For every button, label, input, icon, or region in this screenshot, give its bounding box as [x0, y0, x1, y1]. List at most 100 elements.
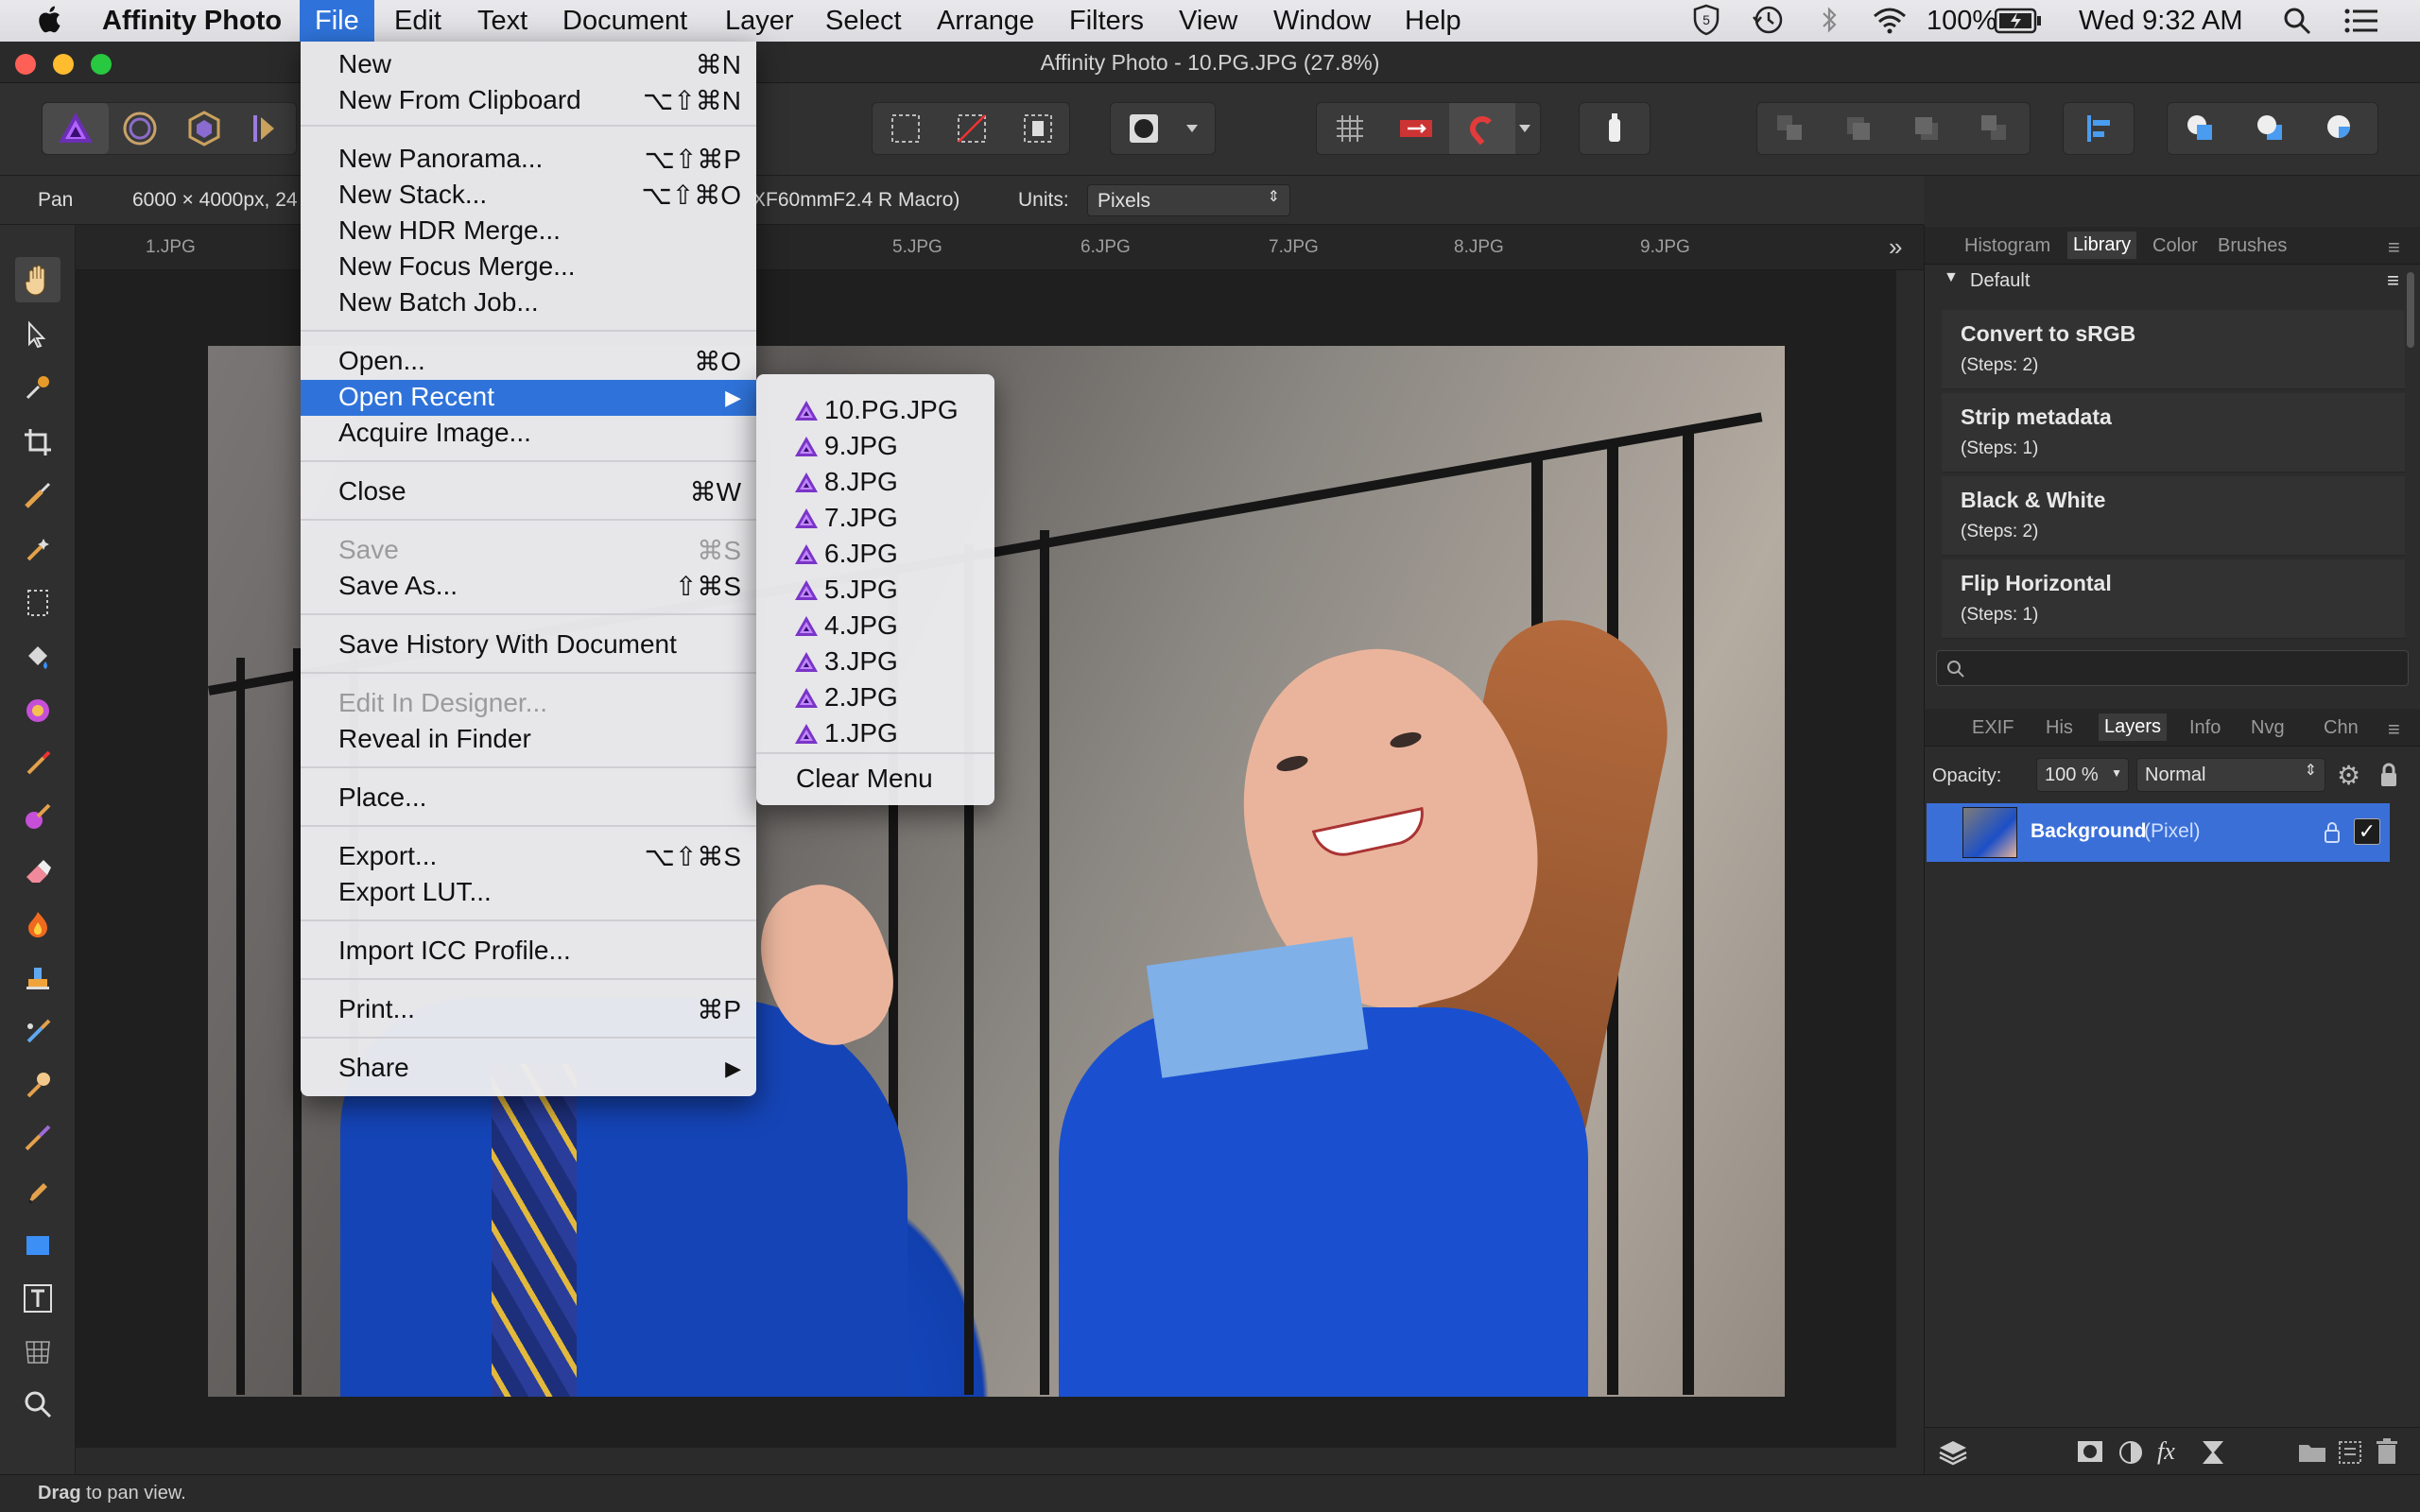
tab-5-jpg[interactable]: 5.JPG	[892, 237, 942, 258]
library-scrollbar[interactable]	[2407, 272, 2414, 348]
menu-item-clear-menu[interactable]: Clear Menu	[756, 762, 994, 798]
move-back-one-icon[interactable]	[1825, 103, 1892, 154]
menu-view[interactable]: View	[1179, 6, 1237, 37]
bluetooth-icon[interactable]	[1820, 6, 1839, 42]
liquify-persona-icon[interactable]	[107, 103, 173, 154]
recent-file-item[interactable]: 8.JPG	[756, 465, 994, 501]
quick-mask-dropdown-icon[interactable]	[1173, 103, 1211, 154]
recent-file-item[interactable]: 5.JPG	[756, 573, 994, 609]
blend-mode-select[interactable]: Normal ⇕	[2136, 758, 2325, 792]
opacity-field[interactable]: 100 % ▼	[2036, 758, 2129, 792]
pen-tool-icon[interactable]	[15, 1170, 60, 1215]
recent-file-item[interactable]: 2.JPG	[756, 680, 994, 716]
tab-history[interactable]: His	[2046, 717, 2073, 739]
folder-icon[interactable]	[2297, 1439, 2327, 1464]
menu-item-new-hdr-merge[interactable]: New HDR Merge...	[301, 214, 756, 249]
new-pixel-layer-icon[interactable]	[2337, 1437, 2363, 1466]
invert-selection-icon[interactable]	[1005, 103, 1071, 154]
menu-item-acquire-image[interactable]: Acquire Image...	[301, 416, 756, 452]
menu-file[interactable]: File	[300, 0, 374, 42]
more-tabs-chevron-icon[interactable]: »	[1889, 232, 1902, 262]
tab-6-jpg[interactable]: 6.JPG	[1080, 237, 1131, 258]
quick-mask-icon[interactable]	[1111, 103, 1177, 154]
mask-layer-icon[interactable]	[2076, 1439, 2104, 1464]
marquee-tool-icon[interactable]	[15, 580, 60, 626]
develop-persona-icon[interactable]	[171, 103, 237, 154]
force-pixel-alignment-icon[interactable]	[1383, 103, 1449, 154]
snapping-magnet-icon[interactable]	[1449, 103, 1515, 154]
dodge-brush-tool-icon[interactable]	[15, 1115, 60, 1160]
notification-center-icon[interactable]	[2344, 9, 2378, 41]
burn-tool-icon[interactable]	[15, 902, 60, 947]
intersect-shape-icon[interactable]	[2308, 103, 2374, 154]
tab-1-jpg[interactable]: 1.JPG	[146, 237, 196, 258]
selection-brush-tool-icon[interactable]	[15, 472, 60, 518]
menu-item-new-focus-merge[interactable]: New Focus Merge...	[301, 249, 756, 285]
battery-icon[interactable]	[1994, 8, 2042, 42]
shield-icon[interactable]: 5	[1692, 4, 1720, 43]
fx-icon[interactable]: fx	[2157, 1437, 2175, 1466]
menu-item-new-from-clipboard[interactable]: New From Clipboard ⌥⇧⌘N	[301, 83, 756, 119]
menu-item-export[interactable]: Export... ⌥⇧⌘S	[301, 839, 756, 875]
subtract-shape-icon[interactable]	[2238, 103, 2304, 154]
mesh-warp-tool-icon[interactable]	[15, 1329, 60, 1374]
tab-histogram[interactable]: Histogram	[1964, 235, 2050, 257]
menu-item-new[interactable]: New ⌘N	[301, 47, 756, 83]
panel-menu-icon[interactable]: ≡	[2388, 717, 2400, 742]
tab-channels[interactable]: Chn	[2324, 717, 2359, 739]
layer-stack-icon[interactable]	[1938, 1437, 1968, 1466]
tab-navigator[interactable]: Nvg	[2251, 717, 2285, 739]
panel-menu-icon[interactable]: ≡	[2388, 235, 2400, 260]
apple-icon[interactable]	[36, 4, 62, 34]
move-forward-one-icon[interactable]	[1893, 103, 1960, 154]
move-tool-icon[interactable]	[15, 312, 60, 357]
macro-search-input[interactable]	[1936, 650, 2409, 686]
grid-icon[interactable]	[1317, 103, 1383, 154]
time-machine-icon[interactable]	[1751, 4, 1785, 43]
align-icon[interactable]	[2066, 103, 2132, 154]
menu-item-open[interactable]: Open... ⌘O	[301, 344, 756, 380]
hand-tool-icon[interactable]	[15, 257, 60, 302]
wifi-icon[interactable]	[1872, 6, 1908, 42]
disclosure-triangle-icon[interactable]: ▼	[1944, 269, 1959, 286]
text-tool-icon[interactable]	[15, 1276, 60, 1321]
recent-file-item[interactable]: 7.JPG	[756, 501, 994, 537]
macro-item[interactable]: Black & White (Steps: 2)	[1942, 476, 2405, 556]
clone-tool-icon[interactable]	[15, 954, 60, 1000]
menu-edit[interactable]: Edit	[394, 6, 441, 37]
gradient-tool-icon[interactable]	[15, 688, 60, 733]
flood-select-tool-icon[interactable]	[15, 527, 60, 573]
adjustment-icon[interactable]	[2118, 1439, 2144, 1466]
menu-item-print[interactable]: Print... ⌘P	[301, 992, 756, 1028]
menu-select[interactable]: Select	[825, 6, 902, 37]
tab-color[interactable]: Color	[2152, 235, 2198, 257]
battery-percent[interactable]: 100%	[1927, 6, 1996, 37]
blemish-removal-tool-icon[interactable]	[15, 1009, 60, 1055]
macro-category-header[interactable]: ▼ Default ≡	[1942, 266, 2405, 299]
recent-file-item[interactable]: 6.JPG	[756, 537, 994, 573]
menu-layer[interactable]: Layer	[725, 6, 794, 37]
tab-exif[interactable]: EXIF	[1972, 717, 2014, 739]
recent-file-item[interactable]: 9.JPG	[756, 429, 994, 465]
menu-item-place[interactable]: Place...	[301, 781, 756, 816]
menu-help[interactable]: Help	[1405, 6, 1461, 37]
units-select[interactable]: Pixels ⇕	[1087, 184, 1290, 216]
layer-lock-icon[interactable]	[2324, 820, 2341, 845]
menu-item-export-lut[interactable]: Export LUT...	[301, 875, 756, 911]
menu-window[interactable]: Window	[1273, 6, 1371, 37]
erase-tool-icon[interactable]	[15, 849, 60, 894]
macro-item[interactable]: Convert to sRGB (Steps: 2)	[1942, 310, 2405, 389]
category-menu-icon[interactable]: ≡	[2387, 268, 2399, 293]
spotlight-search-icon[interactable]	[2282, 6, 2312, 43]
select-all-icon[interactable]	[873, 103, 939, 154]
snapping-dropdown-icon[interactable]	[1510, 103, 1540, 154]
move-to-back-icon[interactable]	[1757, 103, 1824, 154]
layer-row-background[interactable]: Background (Pixel) ✓	[1927, 803, 2390, 862]
color-picker-tool-icon[interactable]	[15, 365, 60, 410]
photo-persona-icon[interactable]	[43, 103, 109, 154]
menu-item-new-batch-job[interactable]: New Batch Job...	[301, 285, 756, 321]
menu-item-edit-in-designer[interactable]: Edit In Designer...	[301, 686, 756, 722]
crop-tool-icon[interactable]	[15, 420, 60, 465]
menu-filters[interactable]: Filters	[1069, 6, 1144, 37]
menu-arrange[interactable]: Arrange	[937, 6, 1034, 37]
